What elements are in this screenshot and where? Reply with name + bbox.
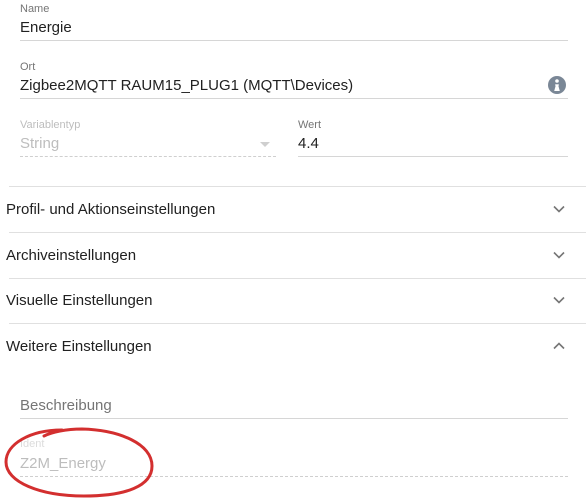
section-further[interactable]: Weitere Einstellungen: [0, 324, 586, 369]
chevron-down-icon: [553, 296, 565, 304]
chevron-up-icon: [553, 342, 565, 350]
section-label: Archiveinstellungen: [6, 247, 137, 264]
value-input[interactable]: 4.4: [298, 135, 319, 152]
info-icon[interactable]: [548, 76, 566, 94]
value-label: Wert: [298, 119, 322, 131]
variable-settings-panel: Name Energie Ort Zigbee2MQTT RAUM15_PLUG…: [0, 0, 586, 500]
section-label: Profil- und Aktionseinstellungen: [6, 201, 216, 218]
chevron-down-icon: [553, 205, 565, 213]
location-value[interactable]: Zigbee2MQTT RAUM15_PLUG1 (MQTT\Devices): [20, 77, 353, 94]
section-label: Weitere Einstellungen: [6, 338, 152, 355]
chevron-down-icon: [260, 142, 270, 147]
description-underline: [20, 418, 568, 419]
name-input[interactable]: Energie: [20, 19, 72, 36]
ident-input[interactable]: Z2M_Energy: [20, 455, 106, 472]
section-label: Visuelle Einstellungen: [6, 292, 153, 309]
description-input[interactable]: Beschreibung: [20, 397, 112, 414]
location-label: Ort: [20, 61, 36, 73]
chevron-down-icon: [553, 251, 565, 259]
variable-type-select[interactable]: String: [20, 135, 59, 152]
value-underline: [298, 156, 568, 157]
section-profile-actions[interactable]: Profil- und Aktionseinstellungen: [0, 187, 586, 232]
section-visual[interactable]: Visuelle Einstellungen: [0, 278, 586, 323]
ident-label: Ident: [20, 438, 45, 450]
ident-underline: [20, 476, 568, 477]
variable-type-underline: [20, 156, 276, 157]
name-label: Name: [20, 3, 50, 15]
variable-type-label: Variablentyp: [20, 119, 81, 131]
section-archive[interactable]: Archiveinstellungen: [0, 233, 586, 278]
location-underline: [20, 98, 568, 99]
name-underline: [20, 40, 568, 41]
